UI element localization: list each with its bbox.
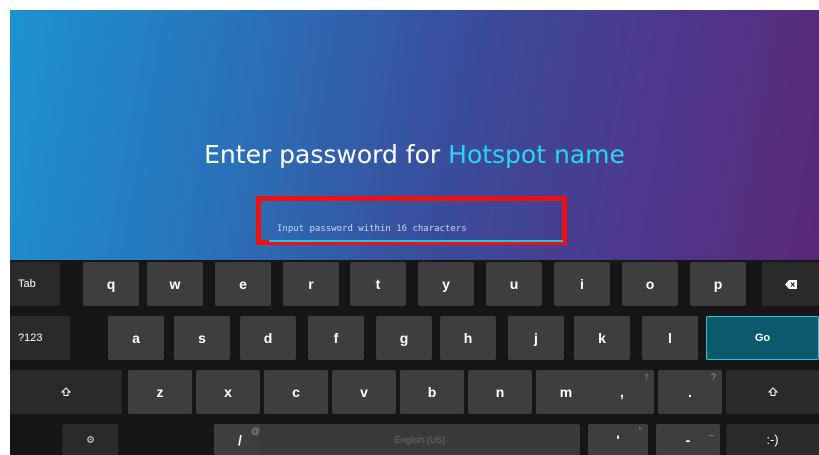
key-label: k <box>598 330 606 346</box>
symbols-key-label: ?123 <box>18 332 43 344</box>
apostrophe-label: ' <box>616 431 620 448</box>
key-o[interactable]: o <box>622 262 678 306</box>
prompt-prefix: Enter password for <box>204 140 449 169</box>
key-i[interactable]: i <box>554 262 610 306</box>
key-c[interactable]: c <box>264 370 328 414</box>
backspace-key[interactable] <box>762 262 819 306</box>
key-label: t <box>375 276 381 292</box>
period-key[interactable]: ? . <box>658 370 722 414</box>
comma-label: , <box>620 384 624 400</box>
password-input[interactable] <box>269 218 563 242</box>
key-label: f <box>333 330 339 346</box>
key-p[interactable]: p <box>690 262 746 306</box>
go-key[interactable]: Go <box>706 316 819 360</box>
key-label: e <box>239 276 247 292</box>
apostrophe-key[interactable]: " ' <box>588 424 648 455</box>
backspace-icon <box>784 279 797 289</box>
key-z[interactable]: z <box>128 370 192 414</box>
key-label: i <box>580 276 584 292</box>
key-t[interactable]: t <box>350 262 406 306</box>
settings-key[interactable] <box>62 424 118 455</box>
space-bar-label: English (US) <box>394 434 446 445</box>
key-k[interactable]: k <box>574 316 630 360</box>
key-label: s <box>198 330 206 346</box>
key-label: l <box>668 330 672 346</box>
apostrophe-hint: " <box>638 426 642 436</box>
key-r[interactable]: r <box>283 262 339 306</box>
key-a[interactable]: a <box>108 316 164 360</box>
key-label: j <box>534 330 538 346</box>
key-label: o <box>645 276 655 292</box>
key-e[interactable]: e <box>215 262 271 306</box>
go-key-label: Go <box>754 332 771 344</box>
wifi-password-screen: Enter password for Hotspot name Tab q w … <box>10 10 819 455</box>
key-y[interactable]: y <box>418 262 474 306</box>
slash-label: / <box>238 431 242 448</box>
key-m[interactable]: m <box>536 370 596 414</box>
key-label: p <box>713 276 723 292</box>
key-label: a <box>132 330 140 346</box>
tab-key-label: Tab <box>18 278 36 290</box>
key-label: w <box>169 276 181 292</box>
comma-hint: ! <box>645 372 648 382</box>
dash-hint: _ <box>708 426 714 436</box>
key-q[interactable]: q <box>83 262 139 306</box>
key-h[interactable]: h <box>440 316 496 360</box>
key-label: h <box>463 330 473 346</box>
key-l[interactable]: l <box>642 316 698 360</box>
key-label: g <box>399 330 409 346</box>
key-label: x <box>224 384 232 400</box>
emoji-key-label: :-) <box>766 432 779 447</box>
shift-icon <box>767 387 778 396</box>
key-label: u <box>509 276 519 292</box>
symbols-key[interactable]: ?123 <box>10 316 70 360</box>
tab-key[interactable]: Tab <box>10 262 60 306</box>
shift-icon <box>61 387 71 396</box>
key-label: d <box>263 330 273 346</box>
key-label: z <box>156 384 164 400</box>
key-x[interactable]: x <box>196 370 260 414</box>
key-w[interactable]: w <box>147 262 203 306</box>
key-d[interactable]: d <box>240 316 296 360</box>
dash-label: - <box>685 431 691 448</box>
right-shift-key[interactable] <box>726 370 819 414</box>
on-screen-keyboard: Tab q w e r t y u i o p ?123 a s d f g h… <box>10 260 819 455</box>
key-label: q <box>106 276 116 292</box>
space-bar[interactable]: English (US) <box>260 424 580 455</box>
slash-key[interactable]: @ / <box>214 424 266 455</box>
left-shift-key[interactable] <box>10 370 122 414</box>
key-j[interactable]: j <box>508 316 564 360</box>
key-f[interactable]: f <box>308 316 364 360</box>
comma-key[interactable]: ! , <box>590 370 654 414</box>
key-u[interactable]: u <box>486 262 542 306</box>
password-prompt-title: Enter password for Hotspot name <box>10 140 819 169</box>
key-label: b <box>427 384 437 400</box>
period-hint: ? <box>710 372 716 382</box>
key-v[interactable]: v <box>332 370 396 414</box>
settings-icon <box>86 436 94 443</box>
key-label: c <box>292 384 300 400</box>
dash-key[interactable]: _ - <box>656 424 720 455</box>
hotspot-name: Hotspot name <box>448 140 625 169</box>
key-label: v <box>360 384 368 400</box>
key-n[interactable]: n <box>468 370 532 414</box>
period-label: . <box>688 384 692 400</box>
key-label: m <box>559 384 573 400</box>
slash-hint: @ <box>250 426 260 436</box>
key-s[interactable]: s <box>174 316 230 360</box>
key-b[interactable]: b <box>400 370 464 414</box>
key-g[interactable]: g <box>376 316 432 360</box>
key-label: r <box>308 276 314 292</box>
emoji-key[interactable]: :-) <box>726 424 819 455</box>
key-label: y <box>442 276 450 292</box>
key-label: n <box>495 384 505 400</box>
